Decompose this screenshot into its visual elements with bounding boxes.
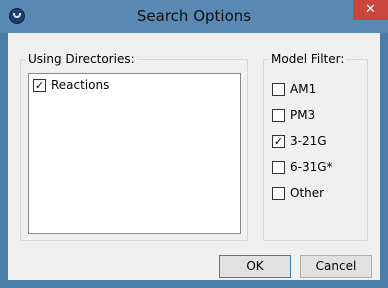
model-filter-group-label: Model Filter: bbox=[269, 51, 347, 67]
directories-group: Using Directories: ✓ Reactions bbox=[20, 51, 248, 241]
model-checkbox[interactable]: ✓ bbox=[272, 135, 285, 148]
dialog-body: Using Directories: ✓ Reactions Model Fil… bbox=[8, 33, 380, 280]
ok-button[interactable]: OK bbox=[219, 255, 291, 278]
directories-list[interactable]: ✓ Reactions bbox=[28, 73, 241, 234]
model-checkbox[interactable] bbox=[272, 161, 285, 174]
model-option-label: Other bbox=[290, 186, 325, 200]
directory-item-label: Reactions bbox=[51, 78, 110, 92]
directory-checkbox[interactable]: ✓ bbox=[33, 79, 46, 92]
model-checkbox[interactable] bbox=[272, 109, 285, 122]
model-option-label: AM1 bbox=[290, 82, 317, 96]
model-option-label: 3-21G bbox=[290, 134, 327, 148]
title-bar[interactable]: Search Options ✕ bbox=[0, 0, 388, 33]
model-checkbox[interactable] bbox=[272, 187, 285, 200]
window-title: Search Options bbox=[136, 7, 252, 25]
search-options-dialog: Search Options ✕ Using Directories: ✓ Re… bbox=[0, 0, 388, 288]
cancel-button[interactable]: Cancel bbox=[300, 255, 372, 278]
model-option-label: PM3 bbox=[290, 108, 316, 122]
directories-group-label: Using Directories: bbox=[26, 51, 137, 67]
model-filter-group: Model Filter: AM1 PM3 ✓ 3-21G 6-31G* Oth… bbox=[263, 51, 368, 241]
model-checkbox[interactable] bbox=[272, 83, 285, 96]
model-option-label: 6-31G* bbox=[290, 160, 333, 174]
close-button[interactable]: ✕ bbox=[353, 0, 388, 20]
